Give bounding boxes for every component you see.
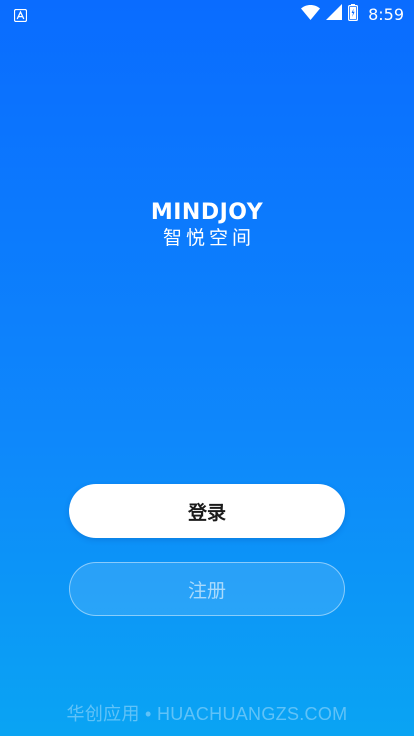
login-button[interactable]: 登录 xyxy=(69,484,345,538)
status-icons: 8:59 xyxy=(301,3,404,25)
cell-signal-icon xyxy=(326,4,343,24)
wifi-icon xyxy=(301,4,321,24)
brand-name-cn: 智悦空间 xyxy=(162,227,255,249)
brand-name: MINDJOY xyxy=(150,200,264,225)
watermark-text: 华创应用 • HUACHUANGZS.COM xyxy=(66,704,348,724)
splash-screen: 8:59 MINDJOY 智悦空间 登录 注册 华创应用 • HUACHUANG… xyxy=(0,0,414,736)
status-time: 8:59 xyxy=(368,4,404,24)
status-bar: 8:59 xyxy=(0,0,414,28)
android-notification-icon xyxy=(13,7,28,23)
brand-logo: MINDJOY 智悦空间 xyxy=(0,200,414,250)
battery-icon xyxy=(348,3,359,25)
register-button[interactable]: 注册 xyxy=(69,562,345,616)
